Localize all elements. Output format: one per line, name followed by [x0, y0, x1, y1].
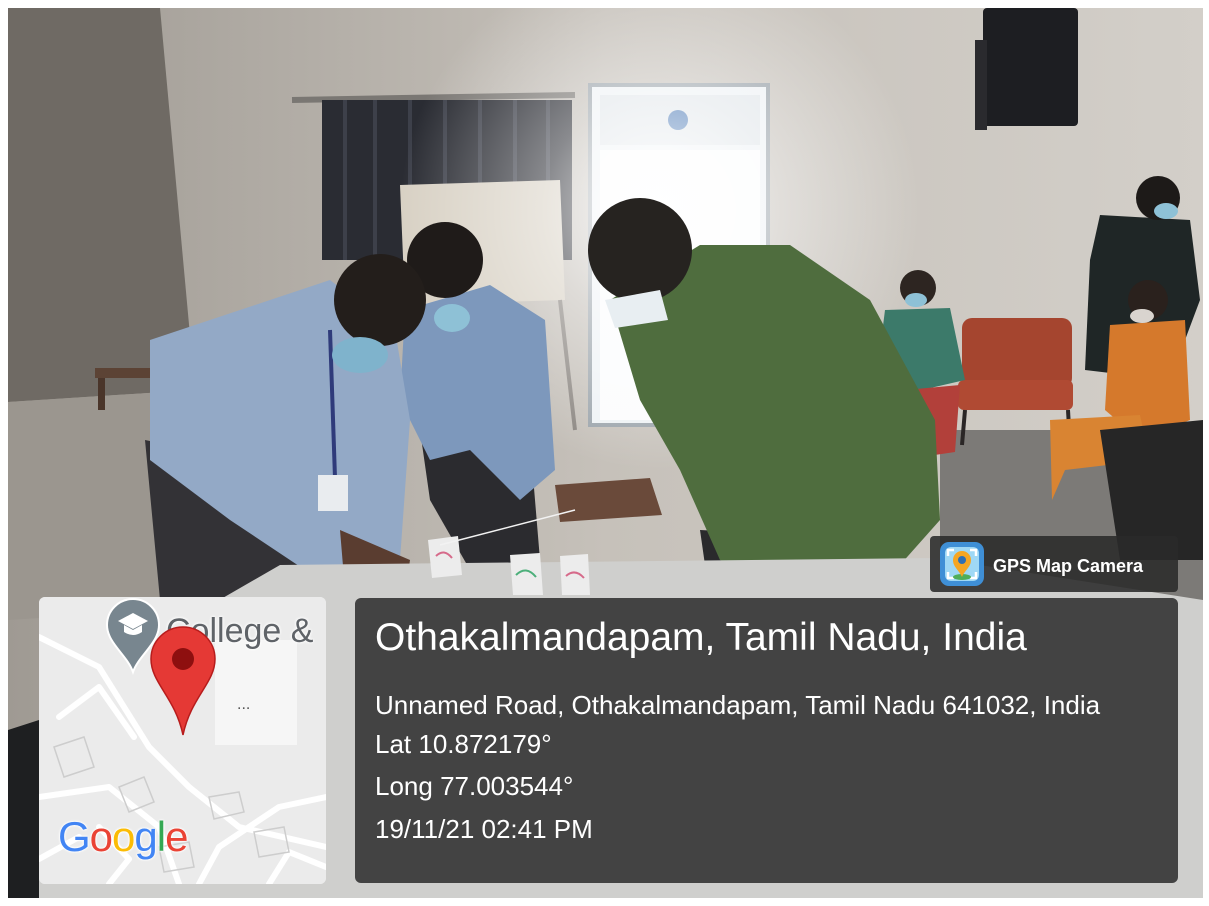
gps-map-camera-icon [940, 542, 984, 586]
location-longitude: Long 77.003544° [375, 771, 574, 801]
map-thumbnail[interactable]: College & ... Google [39, 597, 326, 884]
google-logo: Google [58, 813, 188, 860]
speaker [983, 8, 1078, 126]
red-chair-seat [958, 380, 1073, 410]
location-latitude: Lat 10.872179° [375, 729, 552, 759]
side-table-leg [98, 378, 105, 410]
google-logo-letter: l [156, 813, 166, 860]
google-logo-letter: o [89, 813, 113, 860]
floor-dark-corner [8, 720, 39, 898]
google-logo-letter: g [134, 813, 157, 860]
location-pin-icon [150, 626, 216, 736]
map-ellipsis: ... [237, 696, 251, 713]
google-logo-letter: o [112, 813, 135, 860]
location-address: Unnamed Road, Othakalmandapam, Tamil Nad… [375, 690, 1101, 720]
badge-label: GPS Map Camera [993, 556, 1144, 576]
location-card: Othakalmandapam, Tamil Nadu, India Unnam… [355, 598, 1178, 883]
location-timestamp: 19/11/21 02:41 PM [375, 814, 593, 844]
red-chair-back [962, 318, 1072, 388]
speaker-bracket [975, 40, 987, 130]
gps-map-camera-badge: GPS Map Camera [930, 536, 1178, 592]
google-logo-letter: G [58, 813, 91, 860]
location-title: Othakalmandapam, Tamil Nadu, India [375, 616, 1027, 659]
google-logo-letter: e [165, 813, 188, 860]
